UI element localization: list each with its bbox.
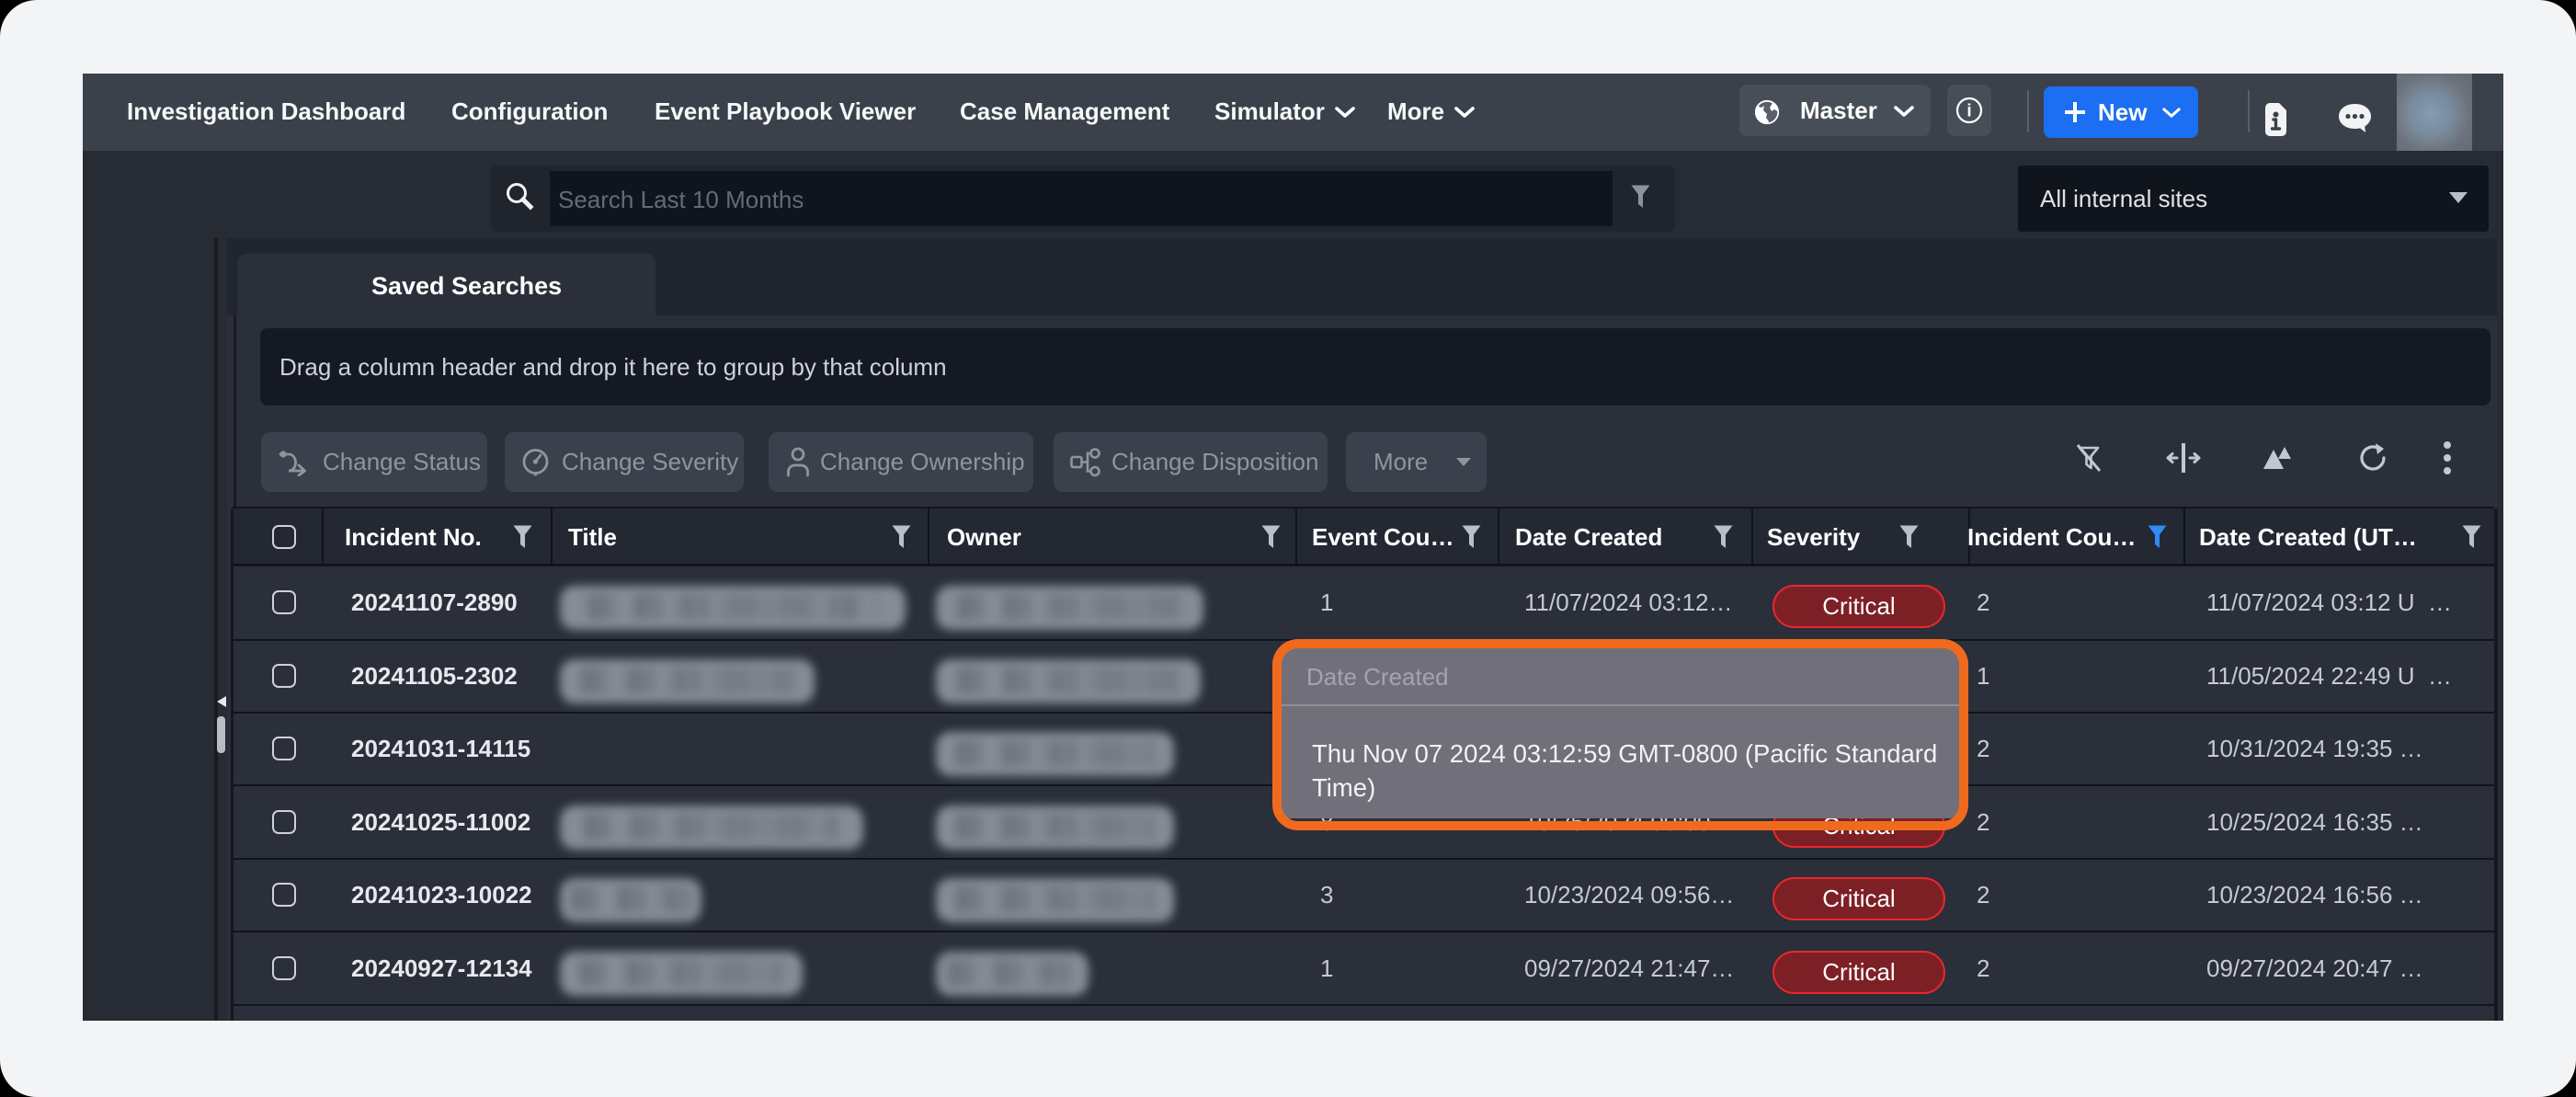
svg-text:i: i <box>1966 102 1971 121</box>
